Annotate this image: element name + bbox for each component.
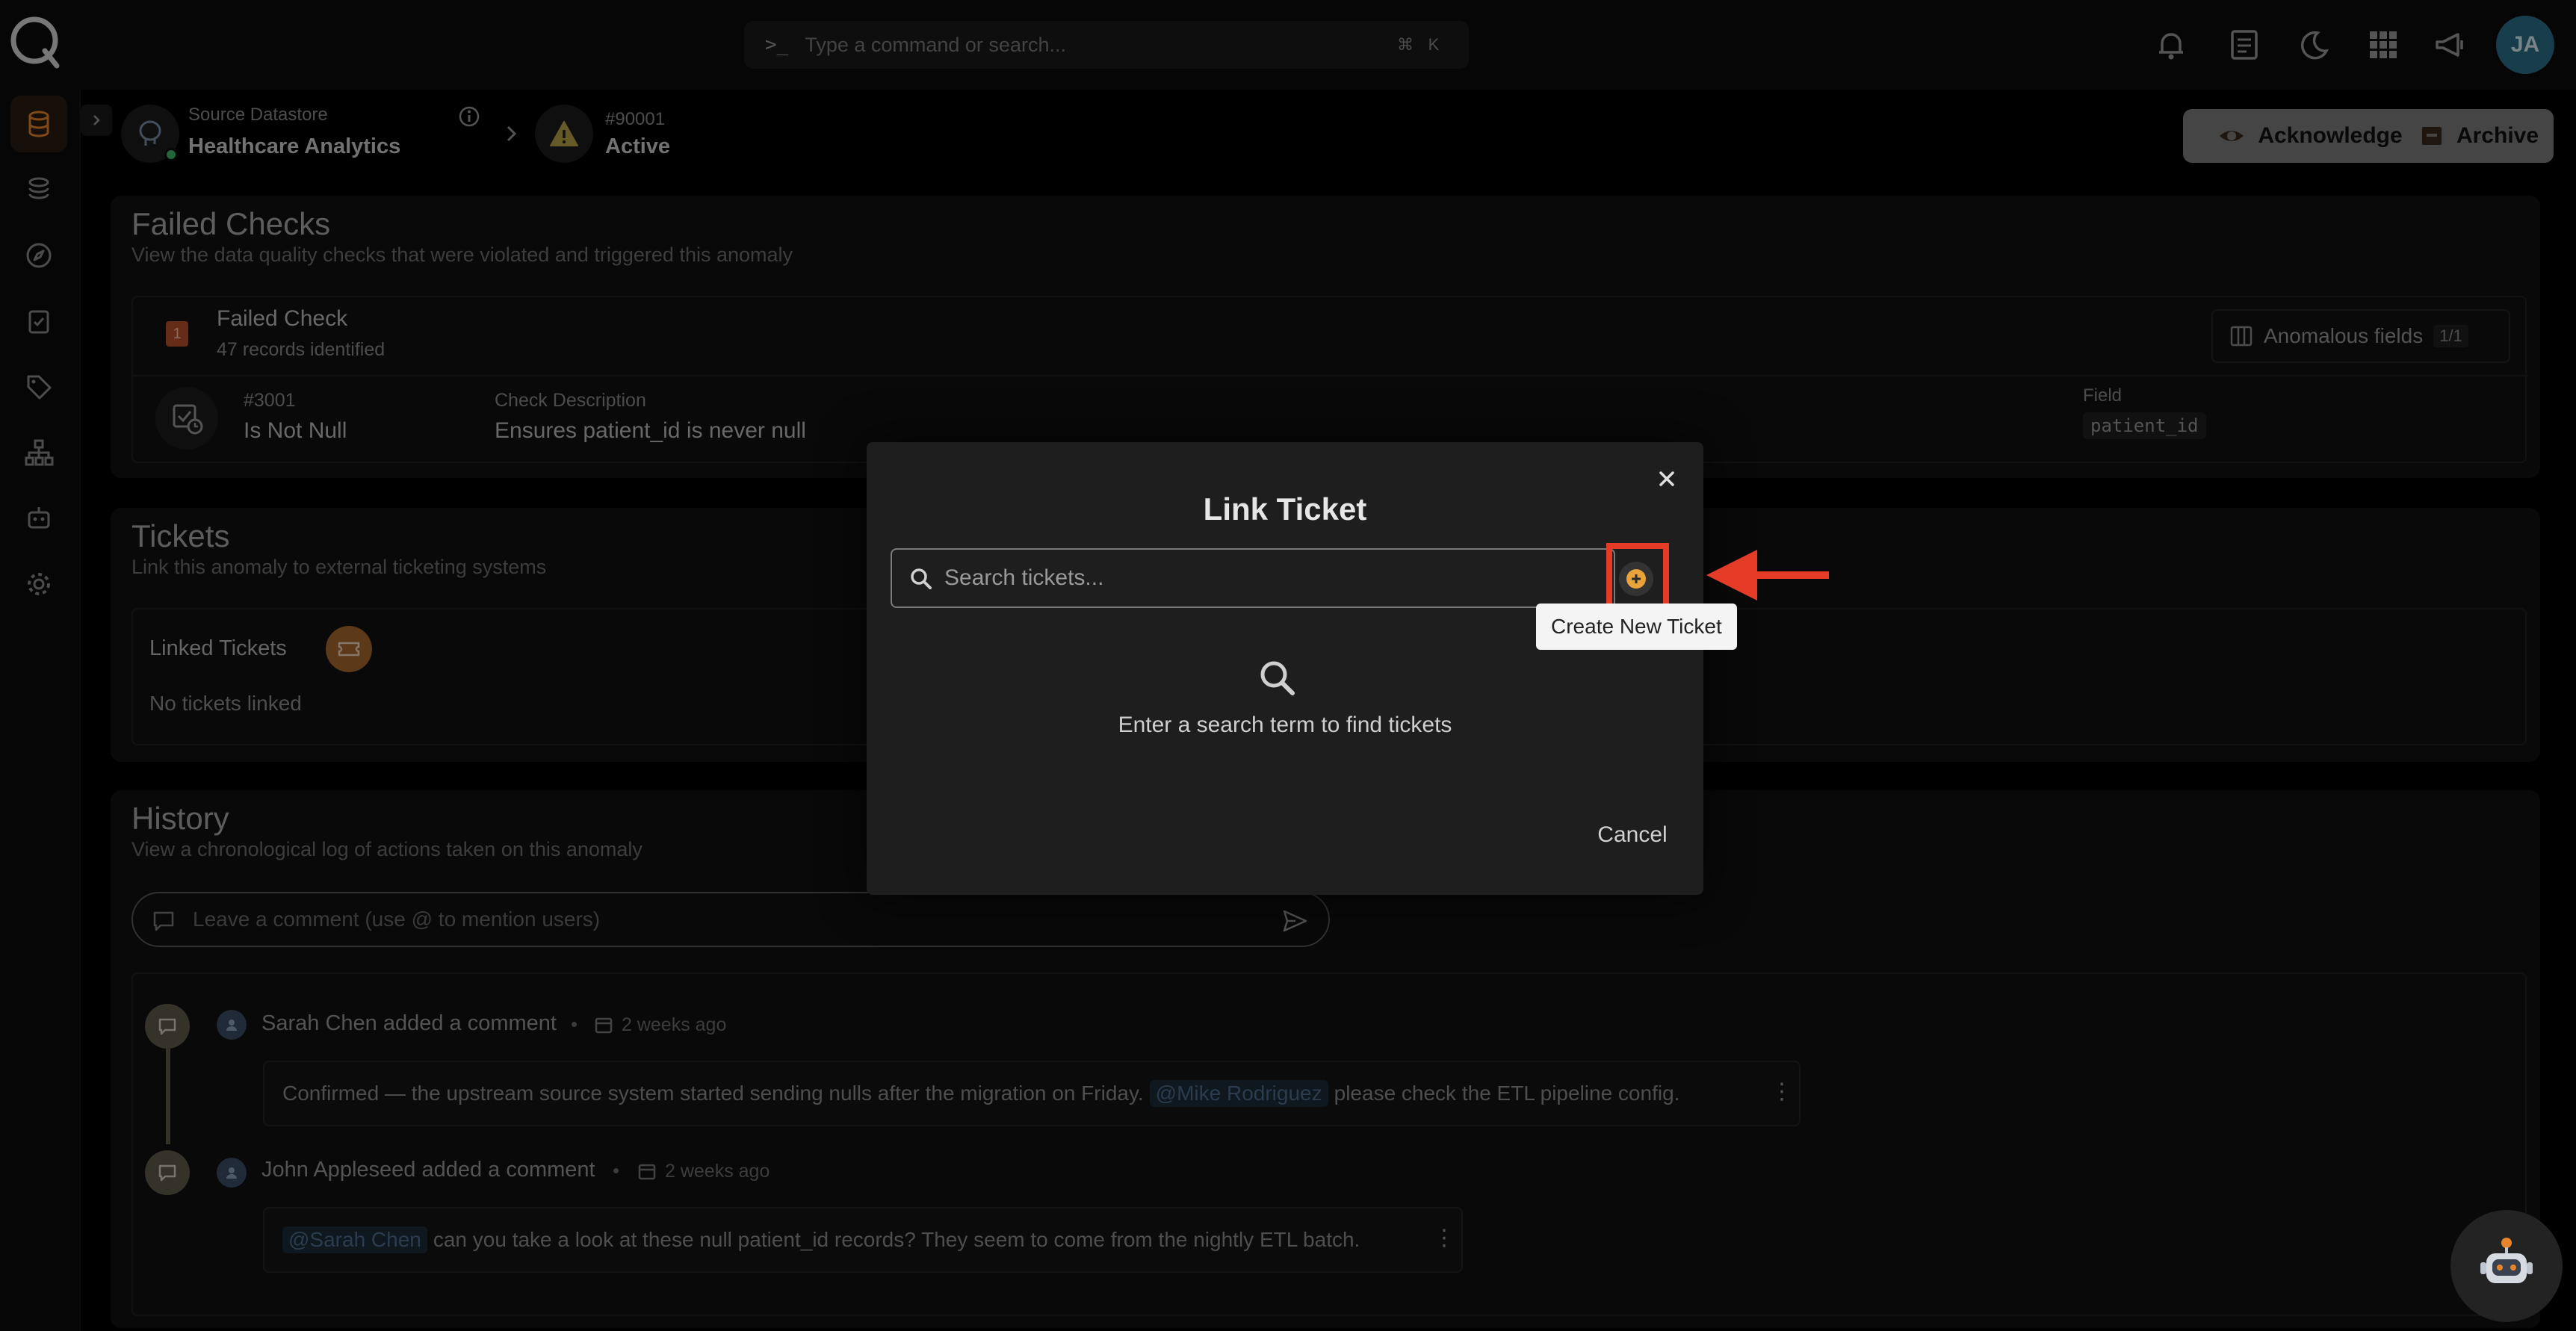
dialog-title: Link Ticket [1203,491,1367,527]
search-empty-icon [1260,661,1295,695]
create-ticket-tooltip: Create New Ticket [1536,604,1737,650]
search-icon [911,568,932,589]
annotation-highlight-box [1606,543,1669,612]
empty-search-message: Enter a search term to find tickets [1118,713,1452,737]
close-icon[interactable] [1654,466,1679,491]
ticket-search-input[interactable]: Search tickets... [891,548,1615,608]
cancel-button[interactable]: Cancel [1584,814,1681,856]
robot-icon [2480,1238,2533,1283]
search-placeholder: Search tickets... [944,565,1104,590]
annotation-arrow-icon [1706,550,1829,601]
assistant-bot-button[interactable] [2450,1210,2563,1322]
link-ticket-dialog: Link Ticket Search tickets... Create New… [867,442,1737,895]
